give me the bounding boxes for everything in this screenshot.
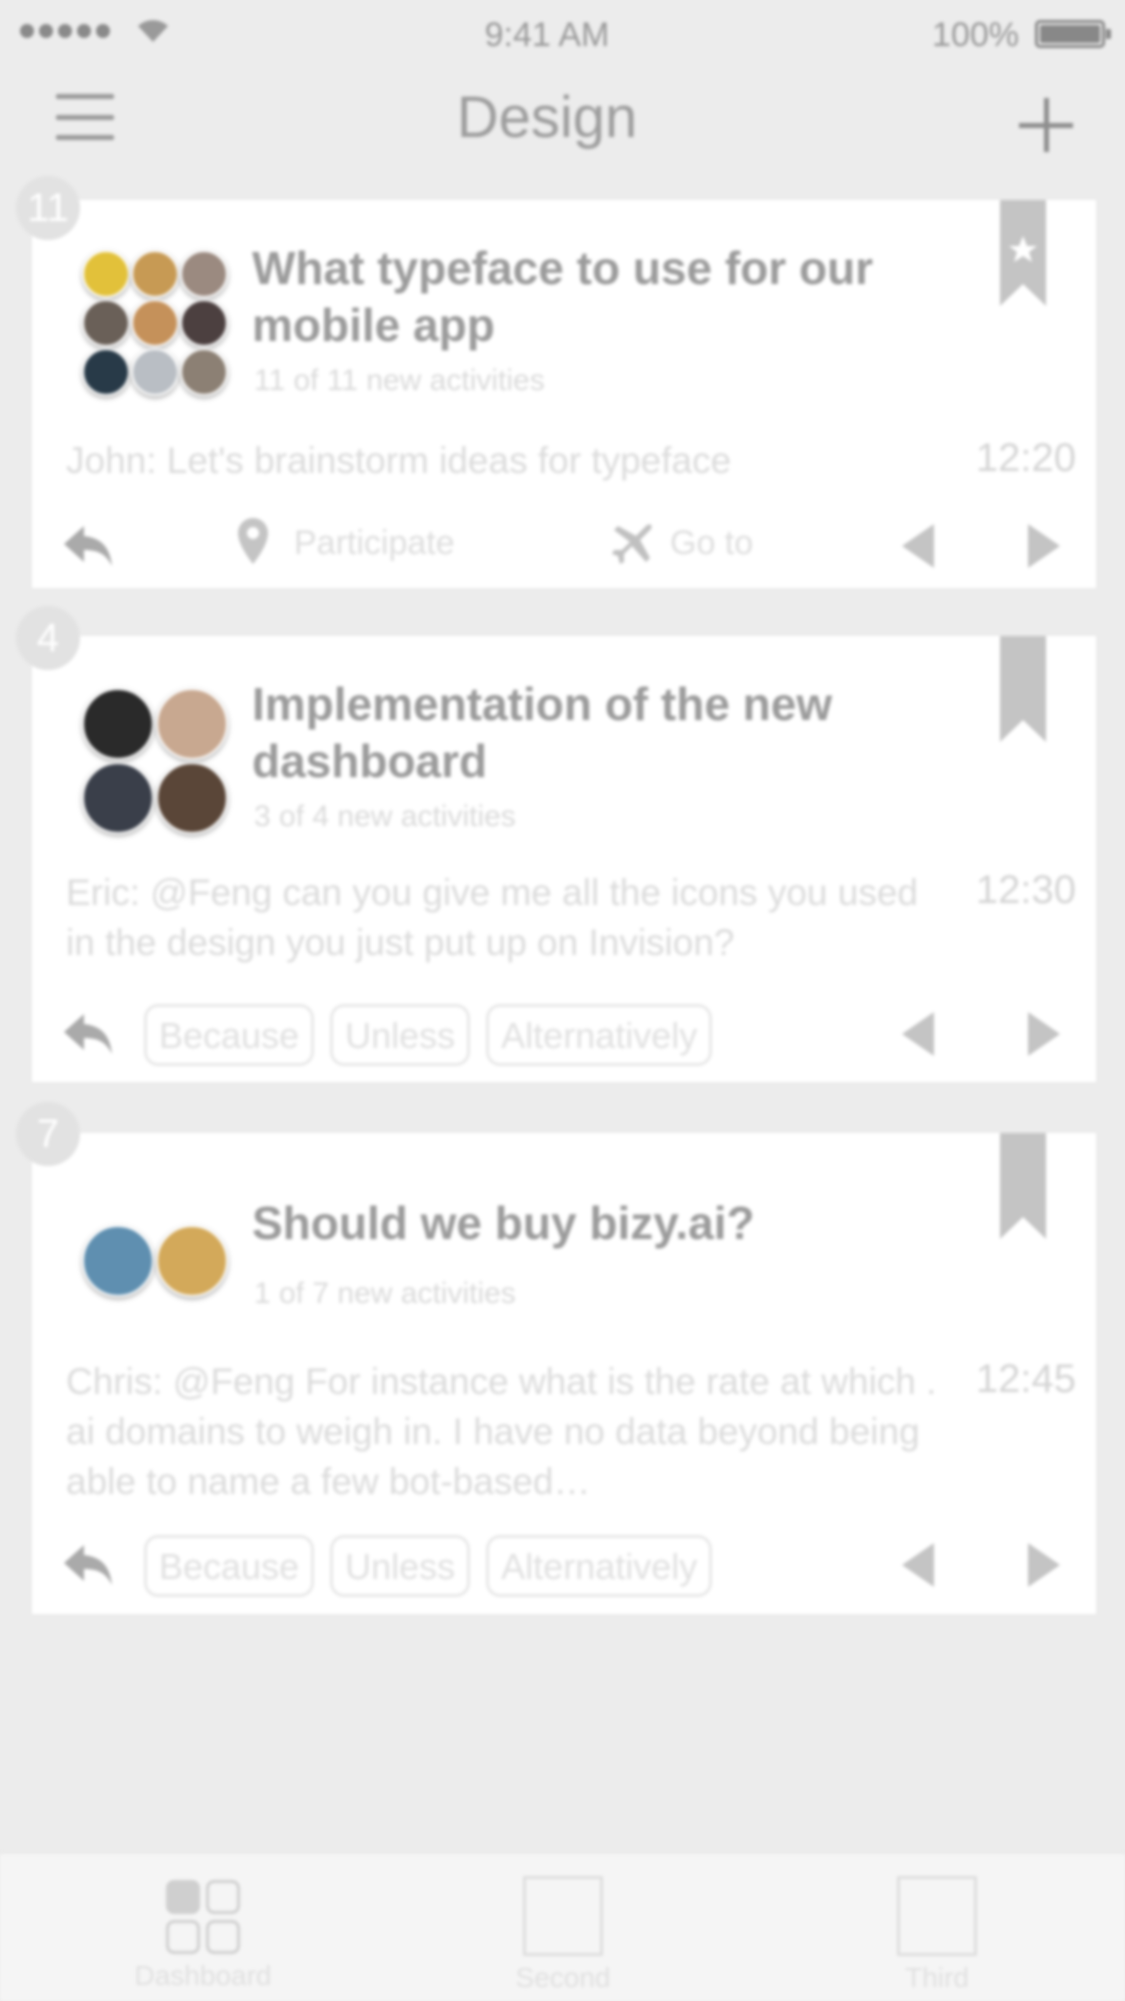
avatar	[131, 348, 179, 396]
thread-title[interactable]: Should we buy bizy.ai?	[252, 1195, 972, 1252]
last-message: Eric: @Feng can you give me all the icon…	[66, 872, 918, 963]
count-badge: 7	[16, 1102, 80, 1166]
go-to-button[interactable]: Go to	[670, 524, 753, 563]
tab-second[interactable]: Second	[488, 1854, 638, 1994]
last-message: Chris: @Feng For instance what is the ra…	[66, 1361, 937, 1502]
reply-tags: Because Unless Alternatively	[144, 1004, 713, 1066]
avatar-grid	[82, 250, 228, 396]
page-title: Design	[456, 85, 638, 150]
avatar	[156, 762, 228, 834]
tag-alternatively[interactable]: Alternatively	[486, 1004, 713, 1066]
battery-percent: 100%	[932, 16, 1019, 54]
action-row: Because Unless Alternatively	[32, 1004, 1096, 1068]
thread-title[interactable]: What typeface to use for our mobile app	[252, 240, 972, 354]
message-time: 12:30	[975, 868, 1076, 912]
tag-because[interactable]: Because	[144, 1004, 315, 1066]
action-row: Participate Go to	[32, 516, 1096, 580]
avatar	[180, 250, 228, 298]
activity-count: 3 of 4 new activities	[254, 800, 516, 833]
activity-count: 1 of 7 new activities	[254, 1277, 516, 1310]
avatar	[131, 299, 179, 347]
next-arrow-icon[interactable]	[1024, 1010, 1062, 1058]
avatar	[131, 250, 179, 298]
previous-arrow-icon[interactable]	[900, 1541, 938, 1589]
tab-bar: Dashboard Second Third	[0, 1852, 1125, 2001]
message-time: 12:45	[975, 1357, 1076, 1401]
status-bar: 9:41 AM 100%	[0, 0, 1125, 64]
tab-label: Dashboard	[134, 1960, 272, 1991]
battery-icon	[1035, 20, 1111, 48]
status-time: 9:41 AM	[484, 16, 610, 54]
previous-arrow-icon[interactable]	[900, 522, 938, 570]
count-badge: 11	[16, 176, 80, 240]
avatar	[82, 1225, 154, 1297]
tag-unless[interactable]: Unless	[330, 1535, 471, 1597]
tab-label: Third	[905, 1962, 969, 1993]
action-row: Because Unless Alternatively	[32, 1535, 1096, 1599]
thread-card[interactable]: Should we buy bizy.ai? 1 of 7 new activi…	[32, 1133, 1096, 1614]
avatar	[82, 762, 154, 834]
bookmark-icon[interactable]	[1000, 636, 1046, 742]
avatar	[180, 299, 228, 347]
bookmark-star-icon[interactable]	[1000, 200, 1046, 306]
thread-card[interactable]: What typeface to use for our mobile app …	[32, 200, 1096, 588]
tab-label: Second	[515, 1962, 611, 1993]
location-pin-icon[interactable]	[236, 516, 270, 566]
tag-because[interactable]: Because	[144, 1535, 315, 1597]
nav-bar: Design	[0, 70, 1125, 180]
previous-arrow-icon[interactable]	[900, 1010, 938, 1058]
tag-alternatively[interactable]: Alternatively	[486, 1535, 713, 1597]
square-icon	[897, 1876, 977, 1956]
avatar	[82, 348, 130, 396]
square-icon	[523, 1876, 603, 1956]
tab-third[interactable]: Third	[862, 1854, 1012, 1994]
avatar-row	[82, 1225, 228, 1297]
avatar	[180, 348, 228, 396]
bookmark-icon[interactable]	[1000, 1133, 1046, 1239]
add-icon[interactable]	[1019, 98, 1073, 152]
activity-count: 11 of 11 new activities	[254, 364, 545, 397]
avatar	[156, 1225, 228, 1297]
tag-unless[interactable]: Unless	[330, 1004, 471, 1066]
next-arrow-icon[interactable]	[1024, 1541, 1062, 1589]
thread-card[interactable]: Implementation of the new dashboard 3 of…	[32, 636, 1096, 1082]
avatar	[156, 688, 228, 760]
last-message: John: Let's brainstorm ideas for typefac…	[66, 440, 732, 481]
reply-icon[interactable]	[62, 522, 114, 568]
avatar	[82, 250, 130, 298]
reply-tags: Because Unless Alternatively	[144, 1535, 713, 1597]
next-arrow-icon[interactable]	[1024, 522, 1062, 570]
tab-dashboard[interactable]: Dashboard	[128, 1854, 278, 1992]
message-time: 12:20	[975, 436, 1076, 480]
avatar	[82, 688, 154, 760]
count-badge: 4	[16, 606, 80, 670]
thread-title[interactable]: Implementation of the new dashboard	[252, 676, 972, 790]
avatar	[82, 299, 130, 347]
airplane-icon[interactable]	[610, 520, 656, 566]
reply-icon[interactable]	[62, 1541, 114, 1587]
dashboard-icon	[166, 1880, 240, 1954]
participate-button[interactable]: Participate	[294, 524, 455, 563]
avatar-grid	[82, 688, 228, 834]
reply-icon[interactable]	[62, 1010, 114, 1056]
